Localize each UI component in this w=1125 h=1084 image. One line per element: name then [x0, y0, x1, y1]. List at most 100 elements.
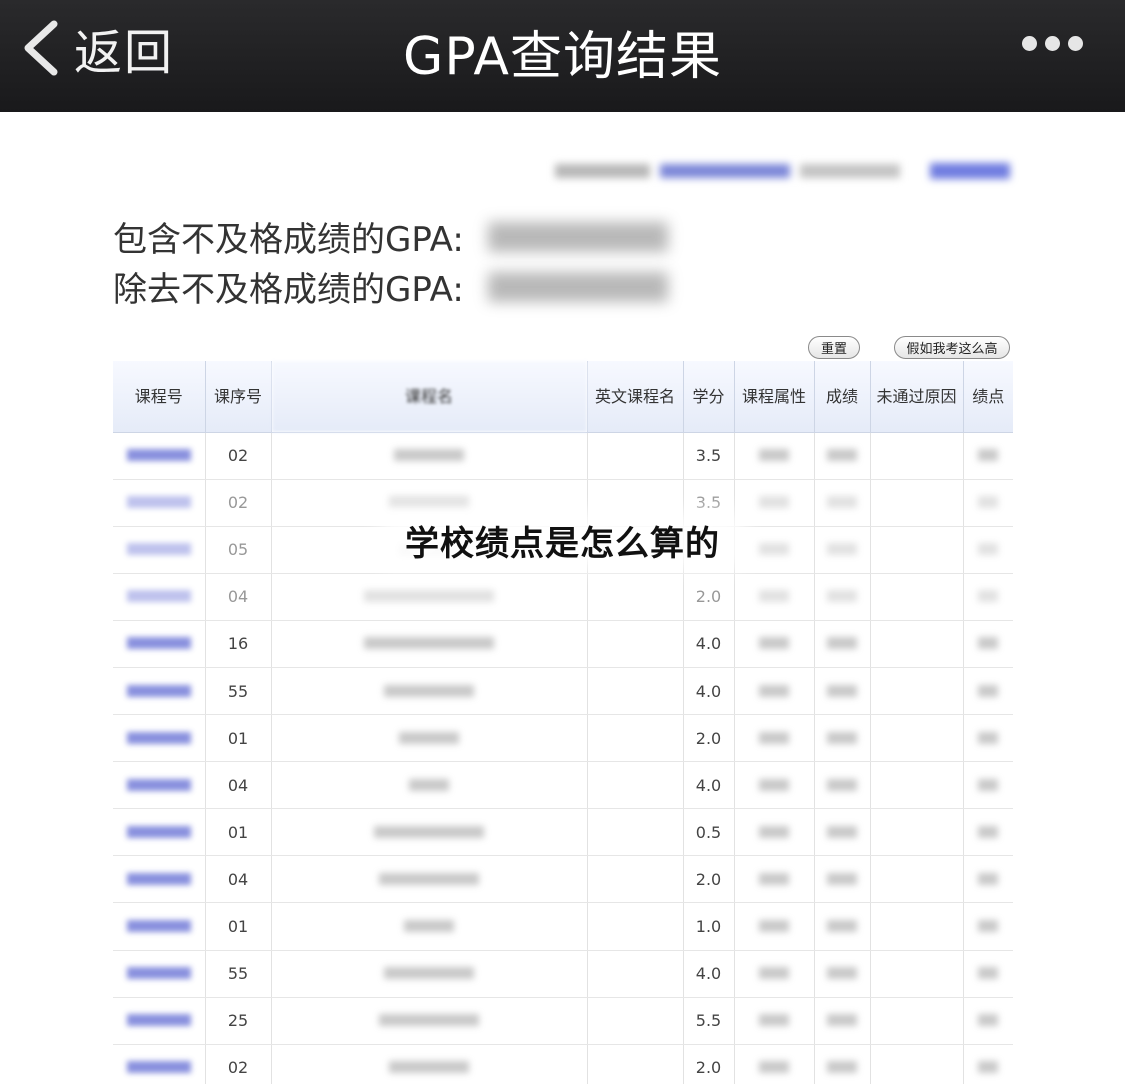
credit-cell: 4.0 — [683, 950, 735, 998]
more-options-icon[interactable] — [1022, 36, 1083, 51]
course-id-cell[interactable] — [113, 1044, 206, 1084]
grade-point-cell — [963, 1044, 1013, 1084]
english-name-cell — [587, 573, 684, 621]
fail-reason-cell — [870, 667, 964, 716]
table-row: 25 5.5 — [113, 997, 1013, 1045]
fail-reason-cell — [870, 808, 964, 857]
course-id-link[interactable] — [126, 590, 191, 603]
what-if-button[interactable]: 假如我考这么高 — [894, 336, 1010, 359]
seq-cell: 04 — [205, 855, 272, 904]
course-id-link[interactable] — [126, 825, 191, 838]
credit-cell: 4.0 — [683, 761, 735, 810]
fail-reason-cell — [870, 761, 964, 810]
score-cell — [814, 761, 871, 810]
seq-cell: 04 — [205, 761, 272, 810]
english-name-cell — [587, 620, 684, 668]
english-name-cell — [587, 714, 684, 763]
course-id-cell[interactable] — [113, 808, 206, 857]
course-id-cell[interactable] — [113, 714, 206, 763]
table-row: 01 1.0 — [113, 902, 1013, 951]
course-name-cell — [271, 808, 588, 857]
seq-cell: 25 — [205, 997, 272, 1045]
seq-cell: 02 — [205, 1044, 272, 1084]
course-id-cell[interactable] — [113, 667, 206, 716]
credit-cell: 0.5 — [683, 808, 735, 857]
seq-cell: 04 — [205, 573, 272, 621]
course-name-cell — [271, 761, 588, 810]
attribute-cell — [734, 855, 815, 904]
credit-cell: 3.5 — [683, 432, 735, 480]
attribute-cell — [734, 620, 815, 668]
course-id-cell[interactable] — [113, 432, 206, 480]
course-id-link[interactable] — [126, 684, 191, 697]
grade-point-cell — [963, 432, 1013, 480]
english-name-cell — [587, 761, 684, 810]
seq-cell: 01 — [205, 714, 272, 763]
course-id-cell[interactable] — [113, 855, 206, 904]
credit-cell: 5.5 — [683, 997, 735, 1045]
reset-button[interactable]: 重置 — [808, 336, 860, 359]
course-id-cell[interactable] — [113, 950, 206, 998]
seq-cell: 01 — [205, 808, 272, 857]
course-id-link[interactable] — [126, 731, 191, 744]
english-name-cell — [587, 808, 684, 857]
course-name-cell — [271, 432, 588, 480]
course-id-cell[interactable] — [113, 997, 206, 1045]
credit-cell: 2.0 — [683, 573, 735, 621]
course-id-link[interactable] — [126, 967, 191, 980]
english-name-cell — [587, 667, 684, 716]
course-id-cell[interactable] — [113, 620, 206, 668]
course-id-link[interactable] — [126, 872, 191, 885]
credit-cell: 4.0 — [683, 620, 735, 668]
fail-reason-cell — [870, 620, 964, 668]
course-id-link[interactable] — [126, 637, 191, 650]
english-name-cell — [587, 1044, 684, 1084]
attribute-cell — [734, 761, 815, 810]
attribute-cell — [734, 808, 815, 857]
credit-cell: 2.0 — [683, 855, 735, 904]
course-name-cell — [271, 950, 588, 998]
course-name-cell — [271, 620, 588, 668]
grade-point-cell — [963, 573, 1013, 621]
fail-reason-cell — [870, 902, 964, 951]
attribute-cell — [734, 432, 815, 480]
gpa-without-fail-value — [487, 271, 668, 302]
course-name-cell — [271, 997, 588, 1045]
course-id-link[interactable] — [126, 496, 191, 509]
seq-cell: 01 — [205, 902, 272, 951]
fail-reason-cell — [870, 950, 964, 998]
course-id-cell[interactable] — [113, 761, 206, 810]
gpa-without-fail: 除去不及格成绩的GPA: — [113, 262, 668, 311]
attribute-cell — [734, 667, 815, 716]
attribute-cell — [734, 1044, 815, 1084]
attribute-cell — [734, 714, 815, 763]
fail-reason-cell — [870, 1044, 964, 1084]
course-id-link[interactable] — [126, 449, 191, 462]
grade-point-cell — [963, 761, 1013, 810]
table-row: 55 4.0 — [113, 950, 1013, 998]
table-row: 01 0.5 — [113, 808, 1013, 857]
table-row: 02 3.5 — [113, 432, 1013, 480]
seq-cell: 02 — [205, 432, 272, 480]
grade-point-cell — [963, 950, 1013, 998]
course-id-cell[interactable] — [113, 902, 206, 951]
grade-point-cell — [963, 855, 1013, 904]
header-grade-point: 绩点 — [963, 361, 1013, 433]
course-id-link[interactable] — [126, 1014, 191, 1027]
course-id-link[interactable] — [126, 919, 191, 932]
score-cell — [814, 997, 871, 1045]
header-seq: 课序号 — [205, 361, 272, 433]
course-id-link[interactable] — [126, 1061, 191, 1074]
score-cell — [814, 620, 871, 668]
course-id-cell[interactable] — [113, 573, 206, 621]
course-id-link[interactable] — [126, 778, 191, 791]
attribute-cell — [734, 573, 815, 621]
fail-reason-cell — [870, 855, 964, 904]
header-english-name: 英文课程名 — [587, 361, 684, 433]
course-name-cell — [271, 902, 588, 951]
score-cell — [814, 902, 871, 951]
score-cell — [814, 1044, 871, 1084]
gpa-with-fail: 包含不及格成绩的GPA: — [113, 212, 668, 261]
course-name-cell — [271, 1044, 588, 1084]
header-credit: 学分 — [683, 361, 735, 433]
